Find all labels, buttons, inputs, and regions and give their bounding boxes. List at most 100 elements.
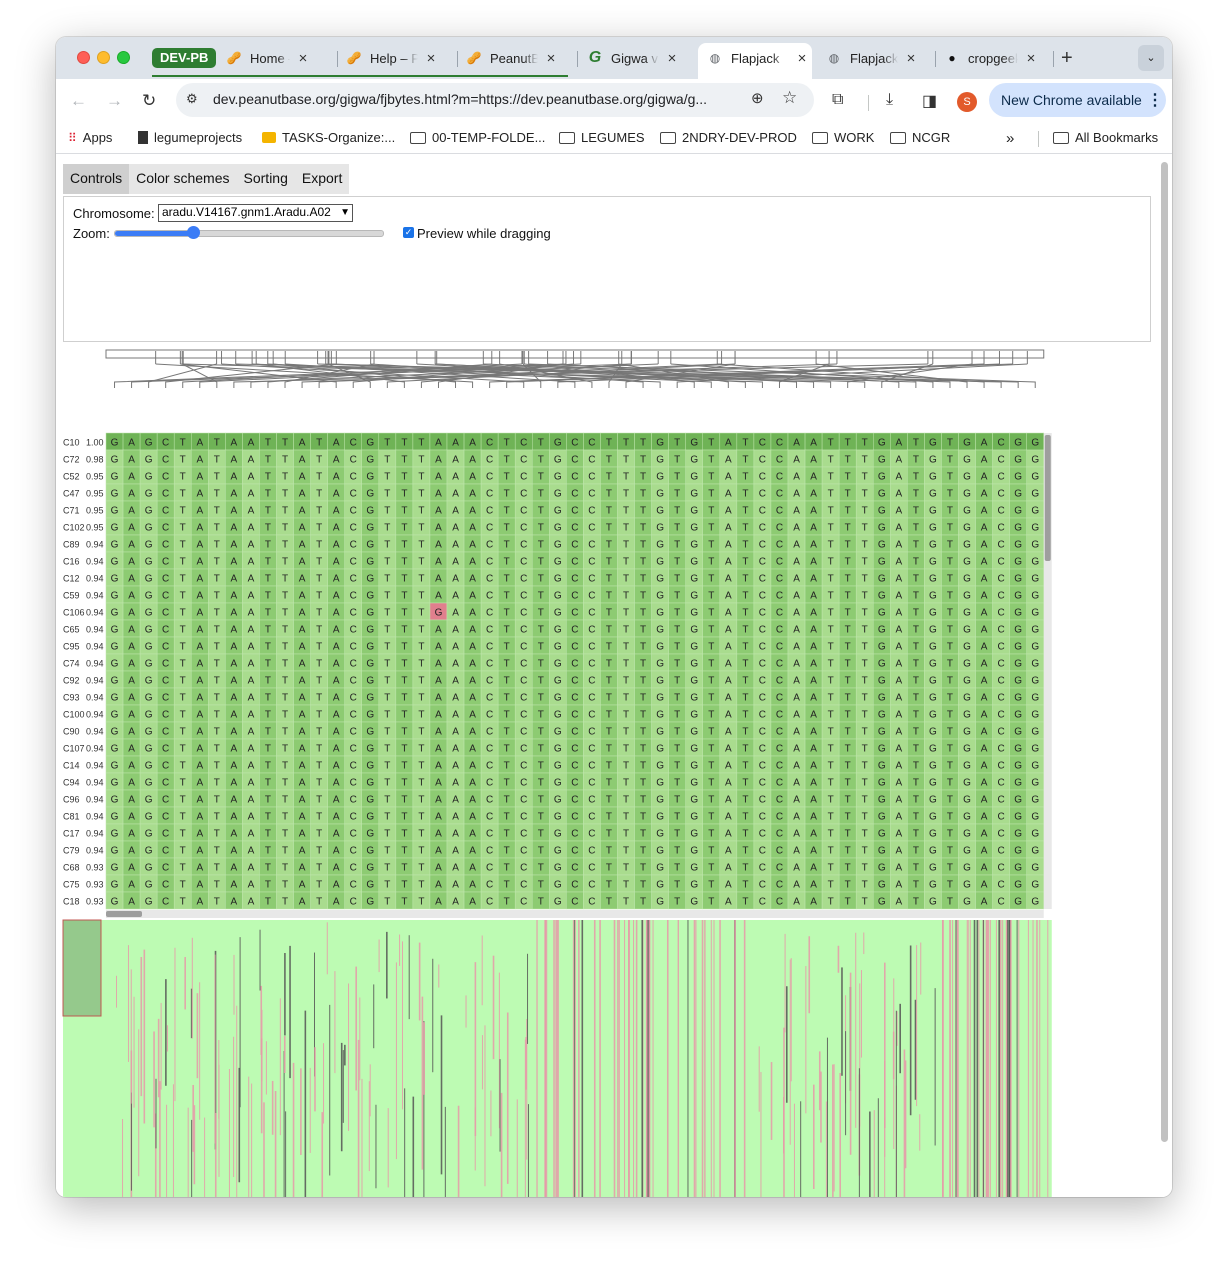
tab-flapjack[interactable]: ◍ Flapjack × — [826, 45, 918, 71]
allele-label: A — [128, 557, 135, 568]
bookmark-apps[interactable]: ⠿ Apps — [68, 130, 112, 145]
allele-label: T — [947, 489, 953, 500]
page-scrollbar[interactable] — [1159, 158, 1170, 1158]
allele-label: C — [998, 591, 1005, 602]
allele-label: A — [469, 472, 476, 483]
bookmark-folder-legumes[interactable]: LEGUMES — [559, 130, 645, 145]
allele-label: T — [180, 812, 186, 823]
tab-help[interactable]: 🥜 Help – PeanutBase × — [346, 45, 438, 71]
bookmark-folder-2ndry[interactable]: 2NDRY-DEV-PROD — [660, 130, 797, 145]
tab-gigwa[interactable]: G Gigwa v2 × — [587, 45, 679, 71]
allele-label: G — [929, 523, 937, 534]
allele-label: A — [333, 438, 340, 449]
allele-label: T — [742, 727, 748, 738]
bookmark-folder-temp[interactable]: 00-TEMP-FOLDE... — [410, 130, 545, 145]
allele-label: T — [282, 761, 288, 772]
reload-icon[interactable]: ↻ — [142, 91, 156, 111]
address-bar[interactable]: ⚙ dev.peanutbase.org/gigwa/fjbytes.html?… — [176, 83, 814, 117]
bookmark-all[interactable]: All Bookmarks — [1053, 130, 1158, 145]
allele-label: A — [810, 744, 817, 755]
allele-label: T — [674, 659, 680, 670]
genotype-visualization[interactable]: C10 1.00 G A G C T A T A A T T A T A C G T T T A A A C T C T G C C T T T G… — [56, 154, 1156, 1197]
bookmark-star-icon[interactable]: ☆ — [782, 88, 797, 108]
allele-label: C — [571, 625, 578, 636]
close-icon[interactable]: × — [904, 50, 918, 67]
tab-github[interactable]: ● cropgeeks × — [944, 45, 1038, 71]
allele-label: A — [895, 829, 902, 840]
page-scrollbar-thumb[interactable] — [1161, 162, 1168, 1142]
back-arrow-icon[interactable]: ← — [70, 91, 87, 111]
allele-label: T — [845, 795, 851, 806]
allele-label: A — [725, 642, 732, 653]
allele-label: T — [401, 557, 407, 568]
tab-separator — [337, 51, 338, 67]
more-bookmarks-chevron-icon[interactable]: » — [1006, 130, 1014, 147]
close-window-button[interactable] — [77, 51, 90, 64]
allele-label: A — [810, 506, 817, 517]
allele-label: T — [384, 693, 390, 704]
allele-label: C — [486, 693, 493, 704]
profile-avatar[interactable]: S — [957, 92, 977, 112]
maximize-window-button[interactable] — [117, 51, 130, 64]
url-text[interactable]: dev.peanutbase.org/gigwa/fjbytes.html?m=… — [213, 91, 747, 107]
allele-label: A — [299, 472, 306, 483]
download-icon[interactable]: ⤓ — [886, 91, 893, 109]
allele-label: G — [366, 693, 374, 704]
tab-peanutbase[interactable]: 🥜 PeanutBase × — [466, 45, 558, 71]
side-panel-icon[interactable]: ◨ — [922, 91, 937, 111]
zoom-icon[interactable]: ⊕ — [751, 89, 764, 107]
allele-label: T — [504, 489, 510, 500]
allele-label: A — [895, 897, 902, 908]
allele-label: G — [554, 744, 562, 755]
allele-label: A — [435, 574, 442, 585]
allele-label: A — [248, 744, 255, 755]
chrome-update-button[interactable]: New Chrome available ⋮ — [989, 83, 1166, 117]
bookmark-folder-work[interactable]: WORK — [812, 130, 874, 145]
bookmark-label: Apps — [82, 130, 113, 145]
close-icon[interactable]: × — [424, 50, 438, 67]
allele-label: G — [1014, 608, 1022, 619]
allele-label: A — [248, 455, 255, 466]
tab-flapjack-active[interactable]: ◍ Flapjack × — [707, 45, 809, 71]
forward-arrow-icon[interactable]: → — [106, 91, 123, 111]
kebab-menu-icon[interactable]: ⋮ — [1147, 90, 1163, 110]
allele-label: A — [981, 506, 988, 517]
allele-label: T — [214, 591, 220, 602]
allele-label: A — [333, 523, 340, 534]
bookmark-folder-ncgr[interactable]: NCGR — [890, 130, 950, 145]
allele-label: A — [299, 812, 306, 823]
allele-label: G — [1031, 455, 1039, 466]
folder-icon — [1053, 131, 1069, 144]
allele-label: T — [708, 761, 714, 772]
allele-label: G — [145, 625, 153, 636]
allele-label: T — [214, 795, 220, 806]
close-icon[interactable]: × — [544, 50, 558, 67]
tab-search-chevron-icon[interactable]: ⌄ — [1138, 45, 1164, 71]
allele-label: A — [469, 608, 476, 619]
site-settings-icon[interactable]: ⚙ — [186, 91, 198, 107]
close-icon[interactable]: × — [665, 50, 679, 67]
allele-label: A — [469, 897, 476, 908]
new-tab-button[interactable]: + — [1061, 47, 1073, 70]
allele-label: G — [878, 506, 886, 517]
allele-label: A — [128, 608, 135, 619]
close-icon[interactable]: × — [1024, 50, 1038, 67]
allele-label: A — [452, 693, 459, 704]
close-icon[interactable]: × — [795, 50, 809, 67]
allele-label: T — [623, 710, 629, 721]
tab-group-label[interactable]: DEV-PB — [152, 48, 217, 68]
allele-label: T — [384, 557, 390, 568]
minimize-window-button[interactable] — [97, 51, 110, 64]
extensions-puzzle-icon[interactable]: ⧉ — [832, 91, 843, 109]
allele-label: T — [828, 591, 834, 602]
bookmark-tasks[interactable]: TASKS-Organize:... — [262, 130, 395, 145]
allele-label: A — [793, 778, 800, 789]
allele-label: A — [452, 523, 459, 534]
allele-label: T — [606, 625, 612, 636]
close-icon[interactable]: × — [296, 50, 310, 67]
allele-label: T — [640, 795, 646, 806]
tab-home[interactable]: 🥜 Home – PeanutBase × — [226, 45, 310, 71]
bookmark-legumeprojects[interactable]: legumeprojects — [138, 130, 242, 145]
allele-label: T — [606, 846, 612, 857]
allele-label: T — [947, 829, 953, 840]
